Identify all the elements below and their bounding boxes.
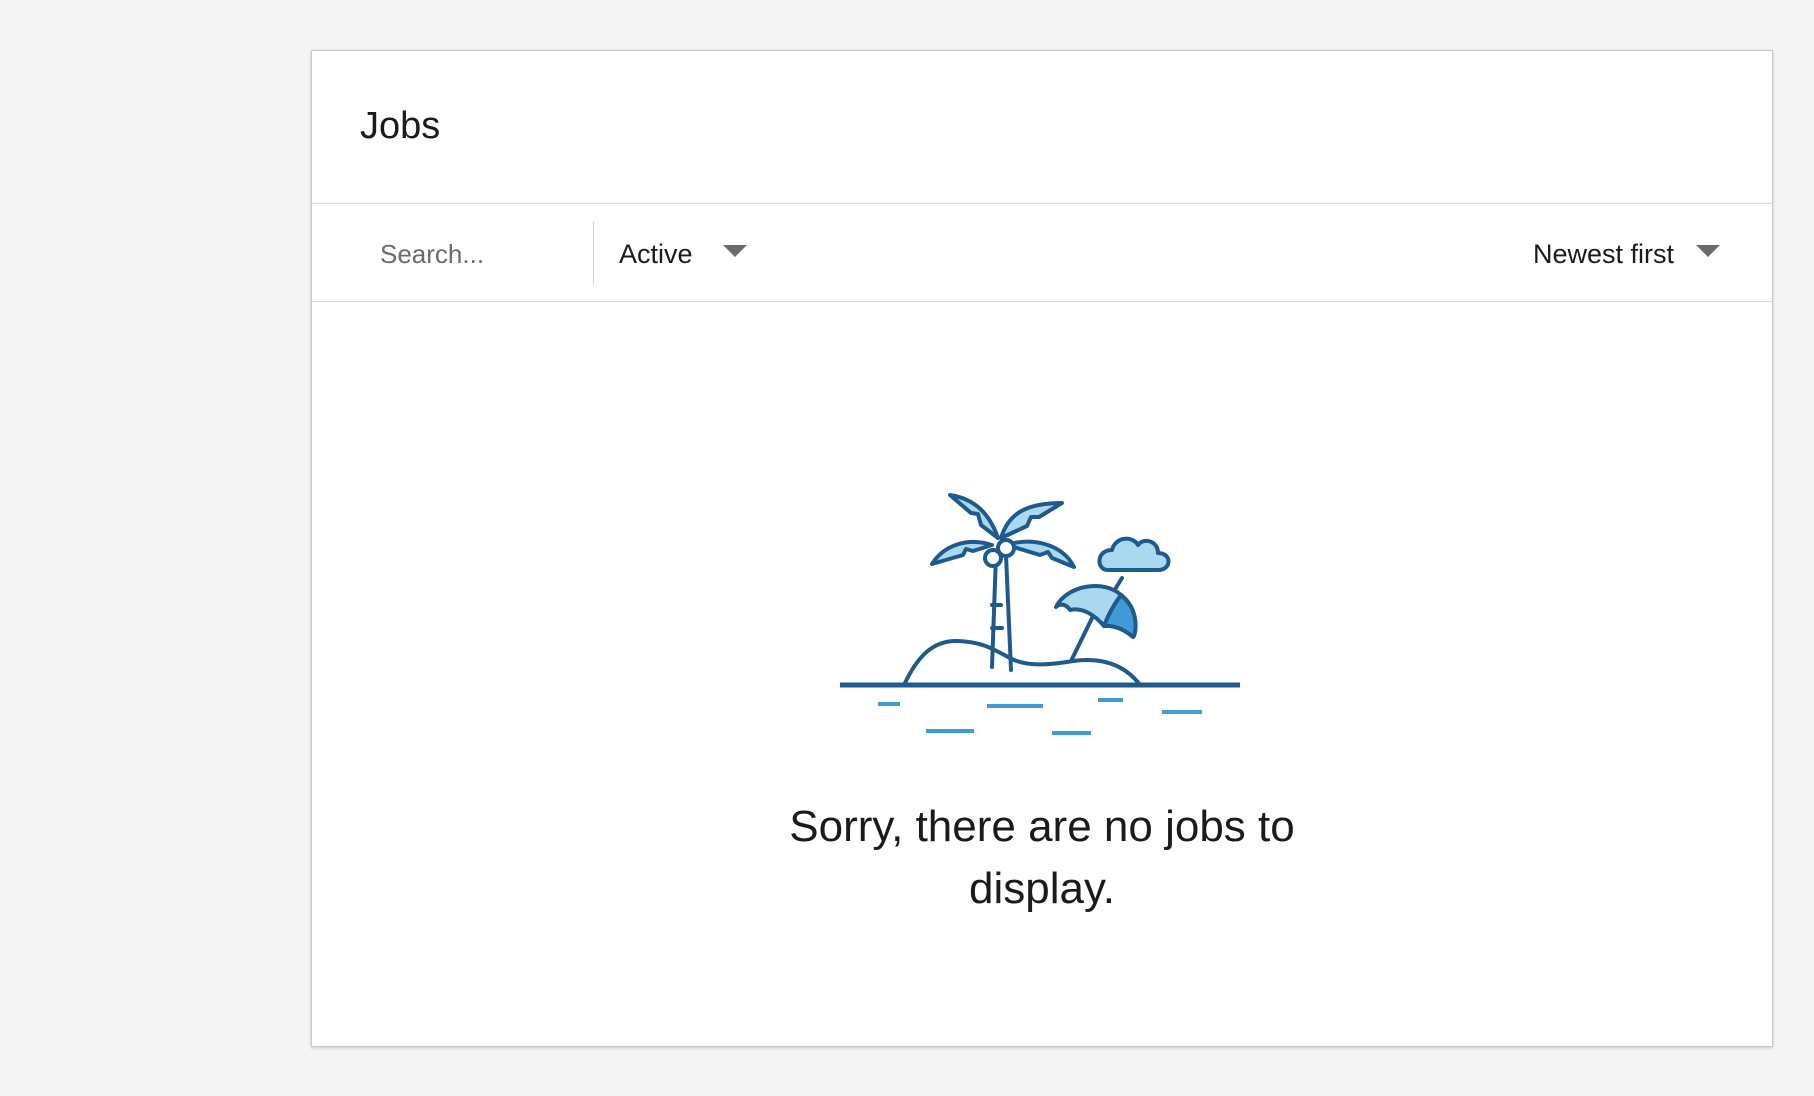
status-filter-dropdown[interactable]: Active <box>619 226 747 282</box>
search-input[interactable] <box>372 232 552 276</box>
empty-state: Sorry, there are no jobs to display. <box>312 302 1772 1046</box>
chevron-down-icon <box>1696 245 1720 257</box>
toolbar-divider <box>593 221 594 285</box>
sort-order-label: Newest first <box>1532 238 1674 269</box>
filter-toolbar: Active Newest first <box>312 204 1772 302</box>
page-title: Jobs <box>360 105 441 147</box>
sort-order-dropdown[interactable]: Newest first <box>1533 226 1720 282</box>
panel-header: Jobs <box>312 51 1772 204</box>
status-filter-label: Active <box>619 238 693 269</box>
empty-state-message: Sorry, there are no jobs to display. <box>789 802 1295 913</box>
jobs-panel: Jobs Active Newest first <box>311 50 1773 1047</box>
chevron-down-icon <box>722 245 747 257</box>
island-palm-tree-icon <box>840 493 1240 735</box>
